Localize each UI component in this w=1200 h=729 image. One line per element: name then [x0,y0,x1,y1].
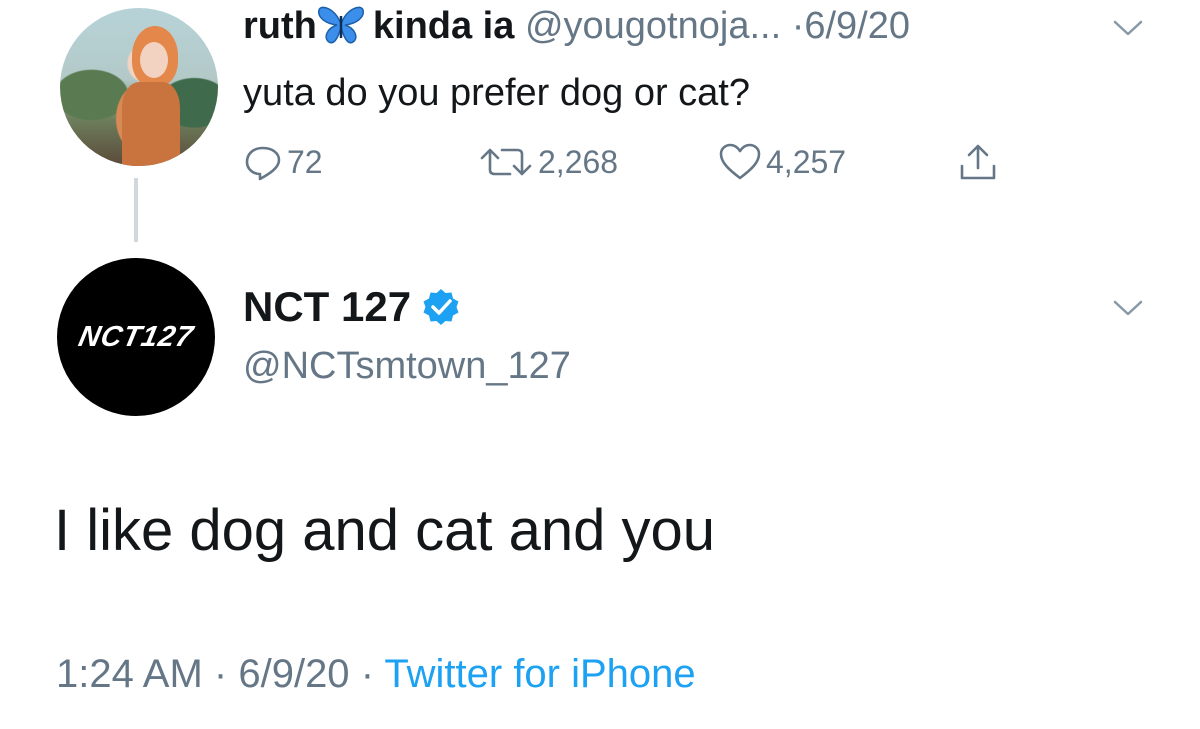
reply-count: 72 [287,143,323,180]
parent-menu-chevron-icon[interactable] [1112,18,1144,43]
display-name-end: kinda ia [372,5,515,47]
retweet-icon [480,148,532,176]
reply-display-name[interactable]: NCT 127 [243,282,461,332]
heart-icon [719,143,761,180]
avatar-body [122,82,180,166]
nct127-logo: NCT127 [75,320,197,353]
reply-icon [245,146,281,181]
like-count: 4,257 [766,143,847,180]
share-icon [960,144,996,180]
parent-display-name[interactable]: ruth kinda ia [243,5,514,47]
reply-tweet-meta: 1:24 AM · 6/9/20 · Twitter for iPhone [56,648,696,700]
reply-menu-chevron-icon[interactable] [1112,298,1144,323]
retweet-count: 2,268 [538,143,619,180]
parent-handle[interactable]: @yougotnoja... [525,5,781,47]
nct127-avatar[interactable]: NCT127 [57,258,215,416]
reply-button[interactable]: 72 [243,142,323,182]
parent-tweet-text: yuta do you prefer dog or cat? [243,72,750,114]
butterfly-icon [317,6,364,44]
like-button[interactable]: 4,257 [718,142,846,182]
meta-separator: · [213,652,228,696]
reply-handle[interactable]: @NCTsmtown_127 [243,342,571,390]
display-name-start: ruth [243,5,317,47]
parent-tweet-header: ruth kinda ia @yougotnoja... ·6/9/20 [243,2,910,50]
verified-badge-icon [423,289,459,325]
share-button[interactable] [958,142,998,182]
avatar-face [140,42,168,78]
retweet-button[interactable]: 2,268 [478,142,618,182]
tweet-source-link[interactable]: Twitter for iPhone [384,652,695,696]
ruth-avatar[interactable] [60,8,218,166]
thread-connector-line [134,178,138,242]
meta-separator: · [360,652,375,696]
reply-display-name-text: NCT 127 [243,283,412,330]
parent-date[interactable]: ·6/9/20 [792,5,910,47]
reply-time[interactable]: 1:24 AM [56,652,203,696]
reply-date[interactable]: 6/9/20 [238,652,349,696]
reply-tweet-text: I like dog and cat and you [54,498,716,563]
